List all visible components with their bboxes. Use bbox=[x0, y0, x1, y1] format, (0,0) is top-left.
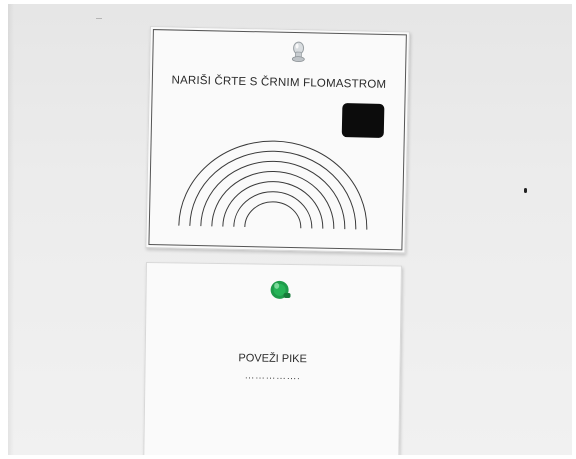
wall-spot bbox=[524, 188, 527, 193]
rainbow-arcs-drawing bbox=[178, 140, 368, 230]
wall-scratch bbox=[96, 18, 102, 19]
worksheet-connect-dots: POVEŽI PIKE ……………. bbox=[143, 262, 402, 455]
clear-pushpin-icon bbox=[291, 41, 305, 63]
rainbow-arc bbox=[211, 171, 335, 229]
rainbow-arc bbox=[178, 140, 368, 230]
dotted-answer-line: ……………. bbox=[244, 370, 301, 383]
worksheet-draw-lines: NARIŠI ČRTE S ČRNIM FLOMASTROM bbox=[145, 26, 410, 254]
rainbow-arc bbox=[244, 201, 302, 229]
rainbow-arc bbox=[200, 160, 346, 230]
wall-shadow bbox=[8, 4, 14, 455]
worksheet-title: POVEŽI PIKE bbox=[238, 352, 307, 366]
photo: NARIŠI ČRTE S ČRNIM FLOMASTROM POVEŽI PI… bbox=[8, 4, 572, 455]
rainbow-arc bbox=[222, 181, 324, 229]
green-pushpin-icon bbox=[270, 280, 291, 299]
